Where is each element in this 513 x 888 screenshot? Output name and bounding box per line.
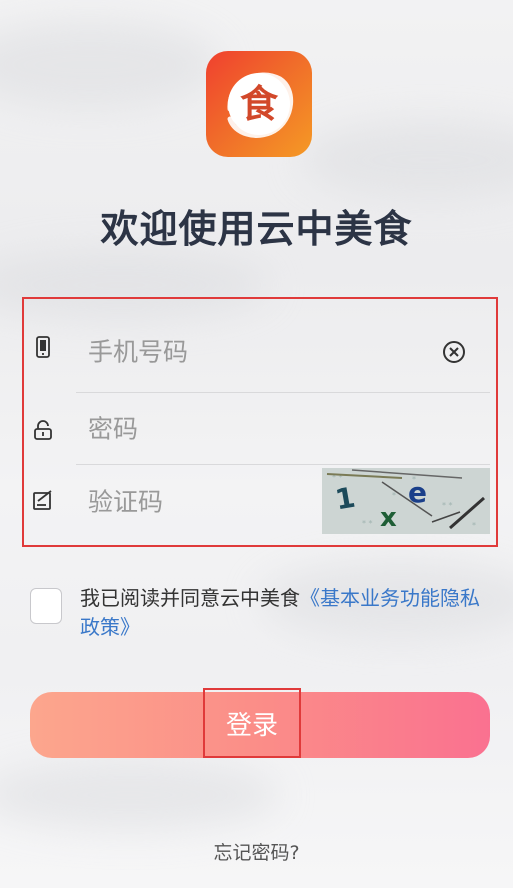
captcha-image[interactable]: * * * * * * * * * 1 x e: [322, 468, 490, 534]
phone-row: [24, 311, 498, 393]
password-field: [76, 393, 490, 465]
svg-text:* *: * *: [442, 501, 453, 510]
svg-text:e: e: [408, 476, 427, 509]
password-input[interactable]: [86, 413, 390, 444]
agree-checkbox[interactable]: [30, 588, 62, 624]
agreement-section: 我已阅读并同意云中美食《基本业务功能隐私政策》: [30, 584, 500, 644]
svg-text:*: *: [392, 491, 396, 500]
svg-text:x: x: [380, 503, 397, 533]
agreement-label: 我已阅读并同意云中美食: [80, 586, 300, 610]
svg-text:*: *: [472, 521, 476, 530]
welcome-title: 欢迎使用云中美食: [100, 207, 413, 251]
svg-text:* *: * *: [362, 519, 373, 528]
phone-input[interactable]: [86, 336, 390, 367]
clear-icon[interactable]: [442, 340, 466, 364]
login-button[interactable]: 登录: [30, 688, 490, 758]
login-form: * ** ** * *** 1 x e: [22, 297, 498, 547]
captcha-row: * ** ** * *** 1 x e: [24, 465, 498, 539]
edit-icon: [33, 490, 52, 510]
login-button-label: 登录: [203, 688, 301, 758]
password-row: [24, 393, 498, 465]
agreement-text: 我已阅读并同意云中美食《基本业务功能隐私政策》: [80, 584, 495, 642]
forgot-password-link[interactable]: 忘记密码?: [0, 838, 513, 865]
lock-icon: [34, 420, 52, 440]
app-logo: 食: [206, 51, 312, 157]
captcha-input[interactable]: [86, 486, 290, 518]
logo-brush-ring: [227, 72, 294, 138]
phone-icon: [36, 336, 50, 358]
phone-field: [76, 311, 490, 393]
captcha-graphic: * ** ** * *** 1 x e: [322, 468, 490, 534]
